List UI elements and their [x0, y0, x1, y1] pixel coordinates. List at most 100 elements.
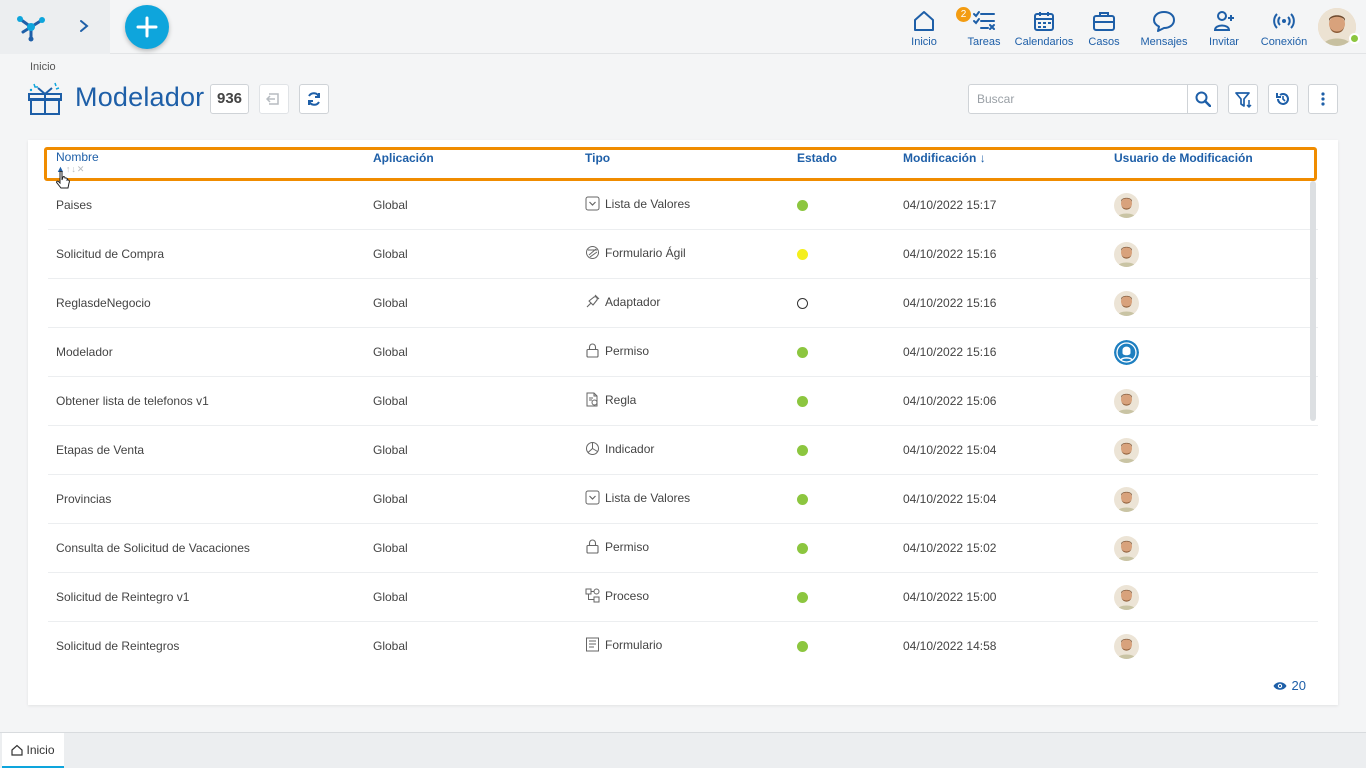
list-values-icon	[585, 196, 600, 211]
cell-nombre[interactable]: ReglasdeNegocio	[56, 296, 151, 310]
lock-icon	[586, 539, 599, 554]
connection-icon	[1273, 13, 1295, 29]
cell-nombre[interactable]: Consulta de Solicitud de Vacaciones	[56, 541, 250, 555]
cell-tipo: Permiso	[585, 539, 649, 554]
visible-records[interactable]: 20	[1273, 678, 1306, 693]
generic-user-icon	[1114, 340, 1139, 365]
tab-inicio-label: Inicio	[26, 742, 55, 757]
bottom-tab-bar: Inicio	[0, 732, 1366, 768]
cell-nombre[interactable]: Solicitud de Reintegros	[56, 639, 179, 653]
table-row[interactable]: Solicitud de Reintegros Global Formulario 0…	[48, 622, 1318, 671]
chevron-right-icon[interactable]	[76, 17, 92, 35]
table-row[interactable]: Provincias Global Lista de Valores 04/10/20…	[48, 475, 1318, 524]
nav-invitar[interactable]: Invitar	[1204, 9, 1244, 49]
user-avatar[interactable]	[1114, 193, 1139, 218]
tasks-badge: 2	[956, 7, 971, 22]
history-button[interactable]	[1268, 84, 1298, 114]
table-row[interactable]: Consulta de Solicitud de Vacaciones Globa…	[48, 524, 1318, 573]
tab-inicio[interactable]: Inicio	[2, 733, 64, 768]
nav-calendarios-label: Calendarios	[1014, 36, 1074, 48]
cell-modificacion: 04/10/2022 15:02	[903, 541, 997, 555]
status-dot	[797, 298, 808, 309]
user-avatar[interactable]	[1114, 585, 1139, 610]
cell-tipo-label: Lista de Valores	[605, 490, 691, 505]
column-header-modificacion[interactable]: Modificación ↓	[903, 151, 986, 165]
table-row[interactable]: Solicitud de Reintegro v1 Global Proceso 04…	[48, 573, 1318, 622]
cell-aplicacion: Global	[373, 345, 408, 359]
cell-nombre[interactable]: Solicitud de Compra	[56, 247, 164, 261]
back-button[interactable]	[259, 84, 289, 114]
adapter-icon	[586, 294, 600, 308]
nav-mensajes[interactable]: Mensajes	[1138, 9, 1190, 49]
nav-mensajes-label: Mensajes	[1140, 36, 1188, 48]
nav-inicio[interactable]: Inicio	[904, 9, 944, 49]
user-avatar[interactable]	[1114, 242, 1139, 267]
table-row[interactable]: Obtener lista de telefonos v1 Global Regla…	[48, 377, 1318, 426]
nav-tareas-label: Tareas	[967, 36, 1001, 48]
calendar-icon	[1034, 12, 1054, 31]
nav-conexion[interactable]: Conexión	[1259, 9, 1309, 49]
user-photo-icon	[1114, 634, 1139, 659]
search-icon	[1195, 91, 1211, 107]
nav-casos-label: Casos	[1088, 36, 1120, 48]
nav-casos[interactable]: Casos	[1086, 9, 1122, 49]
table-row[interactable]: Etapas de Venta Global Indicador 04/10/2022…	[48, 426, 1318, 475]
cell-nombre[interactable]: Paises	[56, 198, 92, 212]
more-vertical-icon	[1321, 92, 1325, 106]
process-icon	[585, 588, 600, 603]
user-photo-icon	[1114, 389, 1139, 414]
cell-nombre[interactable]: Provincias	[56, 492, 111, 506]
user-avatar[interactable]	[1114, 634, 1139, 659]
nav-invitar-label: Invitar	[1209, 36, 1239, 48]
table-scrollbar[interactable]	[1310, 181, 1316, 421]
cell-aplicacion: Global	[373, 394, 408, 408]
history-icon	[1276, 93, 1289, 105]
cell-tipo-label: Permiso	[605, 343, 650, 358]
nav-tareas[interactable]: 2 Tareas	[956, 7, 1004, 49]
status-dot	[797, 494, 808, 505]
cell-nombre[interactable]: Obtener lista de telefonos v1	[56, 394, 209, 408]
cell-tipo-label: Permiso	[605, 539, 650, 554]
cell-modificacion: 04/10/2022 15:04	[903, 443, 997, 457]
top-bar: Inicio 2 Tareas Calendarios Casos Mensaj…	[0, 0, 1366, 54]
column-header-estado[interactable]: Estado	[797, 151, 837, 165]
user-avatar[interactable]	[1114, 487, 1139, 512]
cell-nombre[interactable]: Modelador	[56, 345, 113, 359]
form-icon	[586, 637, 599, 652]
add-button[interactable]	[125, 5, 169, 49]
table-row[interactable]: Paises Global Lista de Valores 04/10/2022 1…	[48, 181, 1318, 230]
column-header-nombre[interactable]: Nombre	[56, 150, 99, 164]
refresh-icon	[308, 92, 320, 106]
cell-nombre[interactable]: Solicitud de Reintegro v1	[56, 590, 189, 604]
cell-tipo: Formulario	[585, 637, 662, 652]
filter-button[interactable]	[1228, 84, 1258, 114]
user-photo-icon	[1114, 585, 1139, 610]
refresh-button[interactable]	[299, 84, 329, 114]
column-header-tipo[interactable]: Tipo	[585, 151, 610, 165]
user-avatar[interactable]	[1114, 340, 1139, 365]
user-avatar[interactable]	[1114, 389, 1139, 414]
cell-nombre[interactable]: Etapas de Venta	[56, 443, 144, 457]
table-row[interactable]: Modelador Global Permiso 04/10/2022 15:16	[48, 328, 1318, 377]
user-avatar[interactable]	[1114, 291, 1139, 316]
table-row[interactable]: ReglasdeNegocio Global Adaptador 04/10/2022…	[48, 279, 1318, 328]
rule-icon	[586, 392, 598, 407]
search-button[interactable]	[1187, 85, 1217, 113]
cell-aplicacion: Global	[373, 198, 408, 212]
breadcrumb[interactable]: Inicio	[30, 61, 56, 73]
clear-sort-icon[interactable]: ✕	[77, 164, 86, 174]
status-dot	[797, 200, 808, 211]
cell-tipo-label: Regla	[605, 392, 637, 407]
nav-calendarios[interactable]: Calendarios	[1014, 9, 1074, 49]
user-avatar[interactable]	[1114, 536, 1139, 561]
chat-icon	[1153, 11, 1175, 32]
column-header-usuario[interactable]: Usuario de Modificación	[1114, 151, 1253, 165]
tasks-icon	[973, 11, 995, 30]
lock-icon	[586, 343, 599, 358]
table-row[interactable]: Solicitud de Compra Global Formulario Ágil…	[48, 230, 1318, 279]
app-logo-icon[interactable]	[14, 10, 48, 42]
column-header-aplicacion[interactable]: Aplicación	[373, 151, 434, 165]
search-input[interactable]	[969, 85, 1189, 113]
more-options-button[interactable]	[1308, 84, 1338, 114]
user-avatar[interactable]	[1114, 438, 1139, 463]
